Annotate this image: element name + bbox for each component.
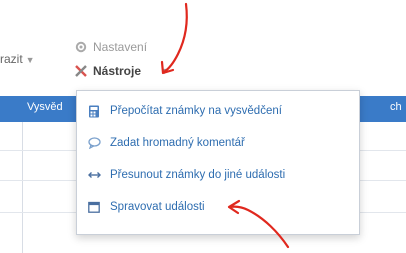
calculator-icon xyxy=(87,104,101,118)
tools-label: Nástroje xyxy=(93,64,142,78)
tools-button[interactable]: Nástroje ▼ xyxy=(74,64,169,78)
menu-item-bulk-comment[interactable]: Zadat hromadný komentář xyxy=(77,128,359,158)
zobrazit-label: razit xyxy=(0,52,23,66)
gear-icon xyxy=(75,41,87,53)
tools-dropdown-menu: Přepočítat známky na vysvědčení Zadat hr… xyxy=(76,90,360,235)
menu-item-label: Přepočítat známky na vysvědčení xyxy=(110,105,282,117)
menu-item-recalculate-grades[interactable]: Přepočítat známky na vysvědčení xyxy=(77,96,359,126)
menu-item-manage-events[interactable]: Spravovat události xyxy=(77,192,359,222)
comment-icon xyxy=(87,136,101,150)
table-divider xyxy=(22,122,23,253)
calendar-icon xyxy=(87,200,101,214)
column-header-right[interactable]: ch xyxy=(390,101,402,113)
column-header-vysvedceni[interactable]: Vysvěd xyxy=(27,101,63,113)
chevron-down-icon: ▼ xyxy=(25,55,35,65)
move-arrows-icon xyxy=(87,168,101,182)
menu-item-label: Zadat hromadný komentář xyxy=(110,137,245,149)
menu-item-label: Spravovat události xyxy=(110,201,205,213)
menu-item-move-grades[interactable]: Přesunout známky do jiné události xyxy=(77,160,359,190)
toolbar: razit ▼ Nastavení Nástroje ▼ xyxy=(0,0,406,96)
settings-label: Nastavení xyxy=(93,40,148,54)
tools-icon xyxy=(75,65,87,77)
chevron-down-icon: ▼ xyxy=(160,66,169,76)
menu-item-label: Přesunout známky do jiné události xyxy=(110,169,286,181)
settings-button[interactable]: Nastavení xyxy=(74,40,147,54)
zobrazit-dropdown[interactable]: razit ▼ xyxy=(0,52,35,66)
